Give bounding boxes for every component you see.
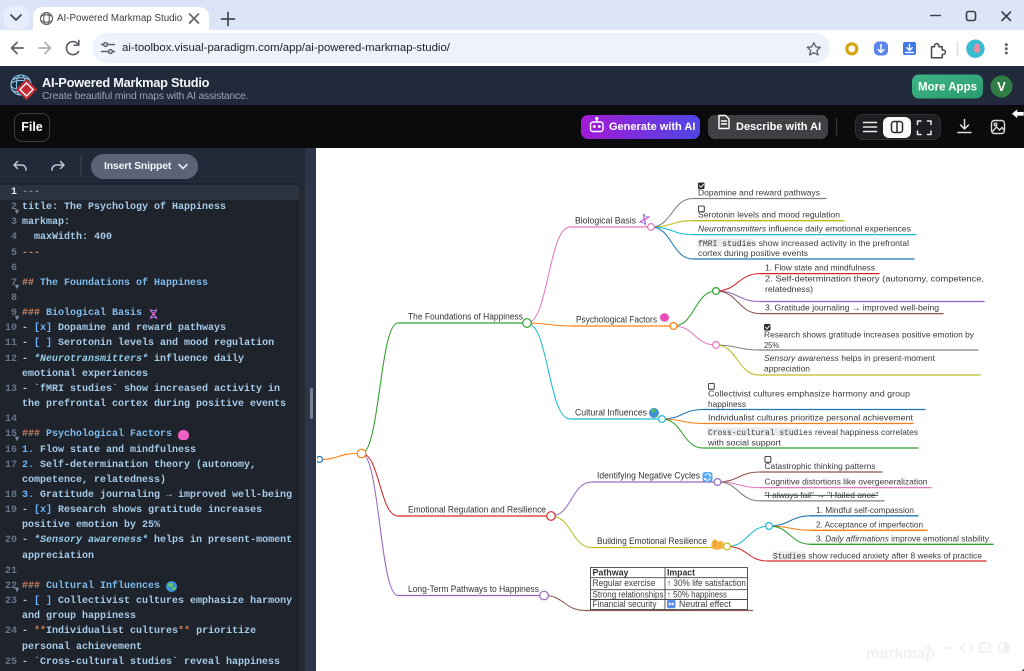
svg-text:2. Acceptance of imperfection: 2. Acceptance of imperfection — [816, 520, 923, 530]
svg-text:Sensory awareness helps in pre: Sensory awareness helps in present-momen… — [764, 353, 936, 363]
svg-text:V: V — [997, 79, 1006, 94]
svg-text:1. Flow state and mindfulness: 1. Flow state and mindfulness — [765, 263, 875, 273]
svg-text:Long-Term Pathways to Happines: Long-Term Pathways to Happiness — [408, 584, 540, 594]
svg-text:Dopamine and reward pathways: Dopamine and reward pathways — [698, 188, 820, 198]
svg-text:Cultural Influences: Cultural Influences — [575, 407, 648, 417]
svg-text:Catastrophic thinking patterns: Catastrophic thinking patterns — [765, 461, 876, 471]
svg-text:Pathway: Pathway — [593, 568, 629, 578]
svg-text:3. Daily affirmations improve: 3. Daily affirmations improve emotional … — [816, 534, 990, 544]
svg-text:with social support: with social support — [707, 437, 782, 447]
svg-text:1. Mindful self-compassion: 1. Mindful self-compassion — [816, 505, 914, 515]
svg-text:25%: 25% — [764, 340, 779, 350]
svg-text:Neutral effect: Neutral effect — [679, 599, 732, 609]
svg-text:Neurotransmitters influence da: Neurotransmitters influence daily emotio… — [698, 224, 911, 234]
svg-text:Serotonin levels and mood regu: Serotonin levels and mood regulation — [698, 210, 840, 220]
svg-text:appreciation: appreciation — [764, 364, 810, 374]
svg-text:Impact: Impact — [667, 568, 695, 578]
svg-text:Studies show reduced anxiety a: Studies show reduced anxiety after 8 wee… — [773, 551, 982, 562]
svg-text:Collectivist cultures emphasiz: Collectivist cultures emphasize harmony … — [708, 388, 910, 398]
svg-text:↑ 50% happiness: ↑ 50% happiness — [667, 589, 728, 599]
svg-text:The Foundations of Happiness: The Foundations of Happiness — [408, 311, 524, 321]
svg-text:3. Gratitude journaling → impr: 3. Gratitude journaling → improved well-… — [765, 303, 939, 313]
svg-text:Emotional Regulation and Resil: Emotional Regulation and Resilience — [408, 504, 546, 514]
svg-text:"I always fail" → "I failed on: "I always fail" → "I failed once" — [765, 490, 879, 500]
svg-text:cortex during positive events: cortex during positive events — [698, 248, 808, 258]
svg-text:Building Emotional Resilience: Building Emotional Resilience — [597, 536, 707, 546]
svg-text:happiness: happiness — [708, 399, 746, 409]
svg-text:↑ 30% life satisfaction: ↑ 30% life satisfaction — [667, 578, 746, 588]
svg-text:Research shows gratitude incre: Research shows gratitude increases posit… — [764, 329, 975, 339]
svg-text:Psychological Factors: Psychological Factors — [576, 314, 658, 324]
svg-text:More Apps: More Apps — [918, 82, 977, 94]
svg-text:Financial security: Financial security — [593, 599, 658, 609]
svg-text:Strong relationships: Strong relationships — [593, 589, 665, 599]
svg-text:2. Self-determination theory (: 2. Self-determination theory (autonomy, … — [765, 274, 984, 284]
svg-text:Cross-cultural studies reveal: Cross-cultural studies reveal happiness … — [708, 427, 918, 438]
svg-text:Individualist cultures priorit: Individualist cultures prioritize person… — [708, 413, 914, 423]
svg-text:relatedness): relatedness) — [765, 284, 813, 294]
svg-text:Identifying Negative Cycles: Identifying Negative Cycles — [597, 470, 701, 480]
svg-text:Cognitive distortions like ove: Cognitive distortions like overgeneraliz… — [765, 477, 928, 487]
svg-text:Biological Basis: Biological Basis — [575, 215, 637, 225]
svg-text:Regular exercise: Regular exercise — [593, 578, 656, 588]
